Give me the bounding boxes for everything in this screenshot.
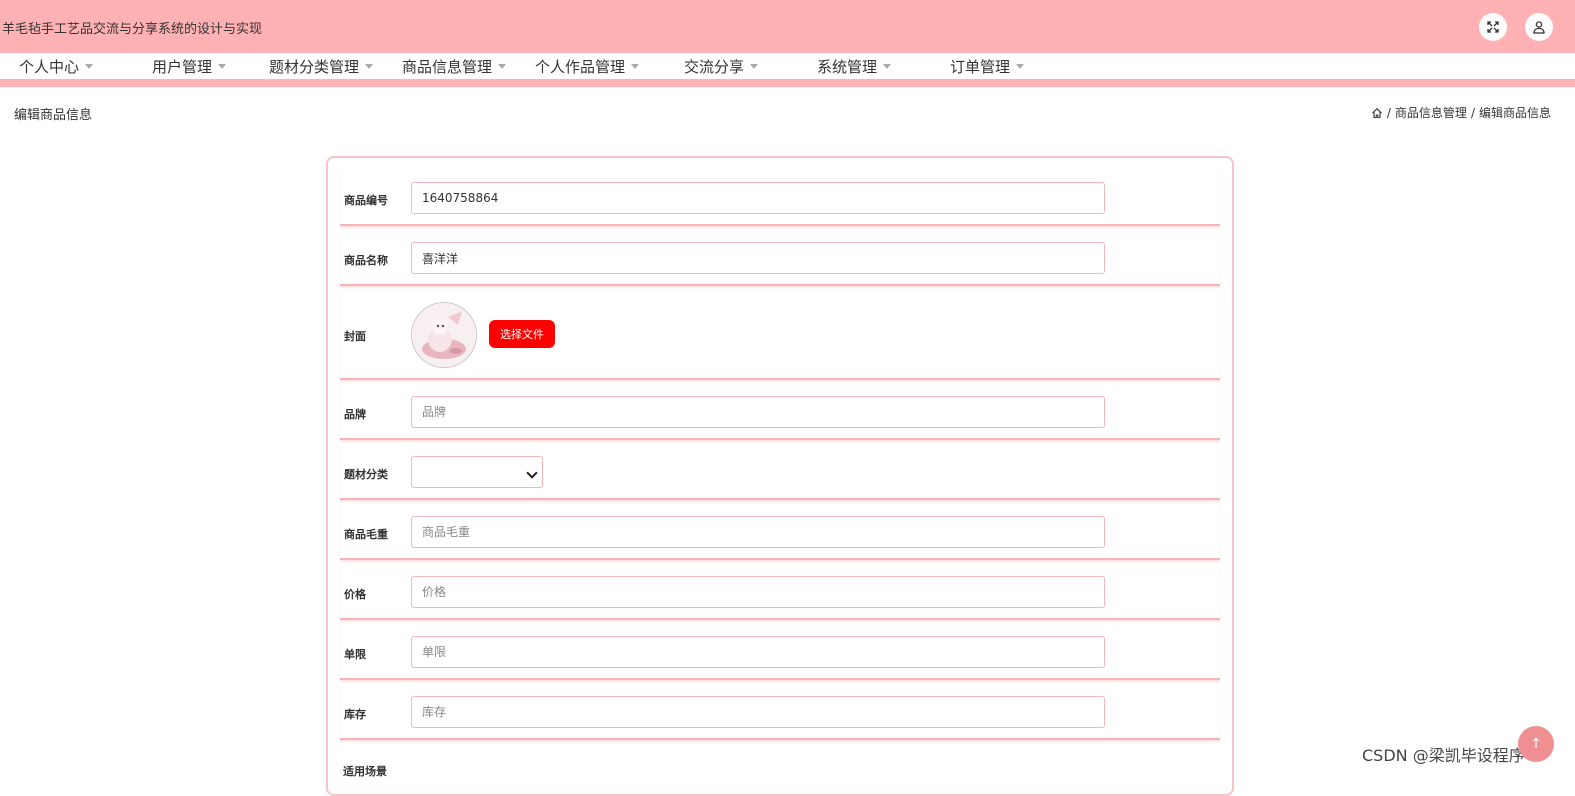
- caret-down-icon: [750, 64, 759, 69]
- nav-item-label: 用户管理: [152, 58, 213, 76]
- nav-item-works-management[interactable]: 个人作品管理: [535, 56, 640, 77]
- product-name-input[interactable]: [411, 242, 1105, 274]
- nav-item-category-management[interactable]: 题材分类管理: [269, 56, 374, 77]
- field-label: 商品编号: [344, 194, 388, 207]
- caret-down-icon: [85, 64, 94, 69]
- price-input[interactable]: [411, 576, 1105, 608]
- top-header: 羊毛毡手工艺品交流与分享系统的设计与实现: [0, 0, 1575, 53]
- main-nav: 个人中心 用户管理 题材分类管理 商品信息管理 个人作品管理 交流分享 系统管理…: [0, 53, 1575, 79]
- nav-item-label: 题材分类管理: [269, 58, 360, 76]
- field-label: 库存: [344, 708, 366, 721]
- field-label-scene: 适用场景: [343, 765, 387, 778]
- nav-item-label: 订单管理: [950, 58, 1011, 76]
- nav-item-label: 交流分享: [684, 58, 745, 76]
- limit-input[interactable]: [411, 636, 1105, 668]
- field-label: 封面: [344, 330, 366, 343]
- field-label: 商品名称: [344, 254, 388, 267]
- nav-item-product-management[interactable]: 商品信息管理: [402, 56, 507, 77]
- nav-divider: [0, 79, 1575, 87]
- weight-input[interactable]: [411, 516, 1105, 548]
- caret-down-icon: [883, 64, 892, 69]
- form-row-stock: 库存: [340, 684, 1220, 740]
- product-code-input[interactable]: [411, 182, 1105, 214]
- fullscreen-button[interactable]: [1479, 13, 1507, 41]
- breadcrumb: / 商品信息管理 / 编辑商品信息: [1371, 104, 1551, 121]
- cover-image-preview: [411, 302, 477, 368]
- nav-item-order-management[interactable]: 订单管理: [950, 56, 1025, 77]
- form-row-price: 价格: [340, 564, 1220, 620]
- cover-image: [412, 303, 476, 367]
- form-row-category: 题材分类: [340, 444, 1220, 500]
- nav-item-label: 商品信息管理: [402, 58, 493, 76]
- breadcrumb-separator: /: [1470, 105, 1475, 120]
- category-select[interactable]: [411, 456, 543, 488]
- nav-item-user-management[interactable]: 用户管理: [152, 56, 227, 77]
- expand-icon: [1487, 21, 1499, 33]
- nav-item-personal-center[interactable]: 个人中心: [19, 56, 94, 77]
- user-menu-button[interactable]: [1525, 13, 1553, 41]
- home-icon[interactable]: [1371, 107, 1383, 119]
- nav-item-label: 系统管理: [817, 58, 878, 76]
- breadcrumb-item-current: 编辑商品信息: [1478, 106, 1551, 120]
- caret-down-icon: [218, 64, 227, 69]
- choose-file-button[interactable]: 选择文件: [489, 320, 555, 348]
- watermark: CSDN @梁凯毕设程序: [1362, 746, 1525, 765]
- caret-down-icon: [1016, 64, 1025, 69]
- arrow-up-icon: ↑: [1530, 736, 1542, 752]
- caret-down-icon: [365, 64, 374, 69]
- stock-input[interactable]: [411, 696, 1105, 728]
- form-row-brand: 品牌: [340, 384, 1220, 440]
- field-label: 单限: [344, 648, 366, 661]
- page-title: 编辑商品信息: [14, 108, 93, 123]
- nav-item-share[interactable]: 交流分享: [684, 56, 759, 77]
- form-row-cover: 封面 选择文件: [340, 290, 1220, 380]
- chevron-down-icon: [526, 467, 538, 479]
- form-row-code: 商品编号: [340, 170, 1220, 226]
- edit-product-form: 商品编号 商品名称 封面 选择文件 品牌 题材分类: [326, 156, 1234, 796]
- user-icon: [1533, 21, 1545, 34]
- nav-item-system-management[interactable]: 系统管理: [817, 56, 892, 77]
- form-row-limit: 单限: [340, 624, 1220, 680]
- breadcrumb-item-product-management[interactable]: 商品信息管理: [1395, 104, 1467, 121]
- scroll-to-top-button[interactable]: ↑: [1518, 726, 1554, 762]
- caret-down-icon: [498, 64, 507, 69]
- form-row-name: 商品名称: [340, 230, 1220, 286]
- caret-down-icon: [631, 64, 640, 69]
- field-label: 品牌: [344, 408, 366, 421]
- app-title: 羊毛毡手工艺品交流与分享系统的设计与实现: [2, 22, 263, 37]
- field-label: 题材分类: [344, 468, 388, 481]
- field-label: 价格: [344, 588, 366, 601]
- form-row-weight: 商品毛重: [340, 504, 1220, 560]
- brand-input[interactable]: [411, 396, 1105, 428]
- breadcrumb-separator: /: [1386, 105, 1391, 120]
- nav-item-label: 个人作品管理: [535, 58, 626, 76]
- field-label: 商品毛重: [344, 528, 388, 541]
- nav-item-label: 个人中心: [19, 58, 80, 76]
